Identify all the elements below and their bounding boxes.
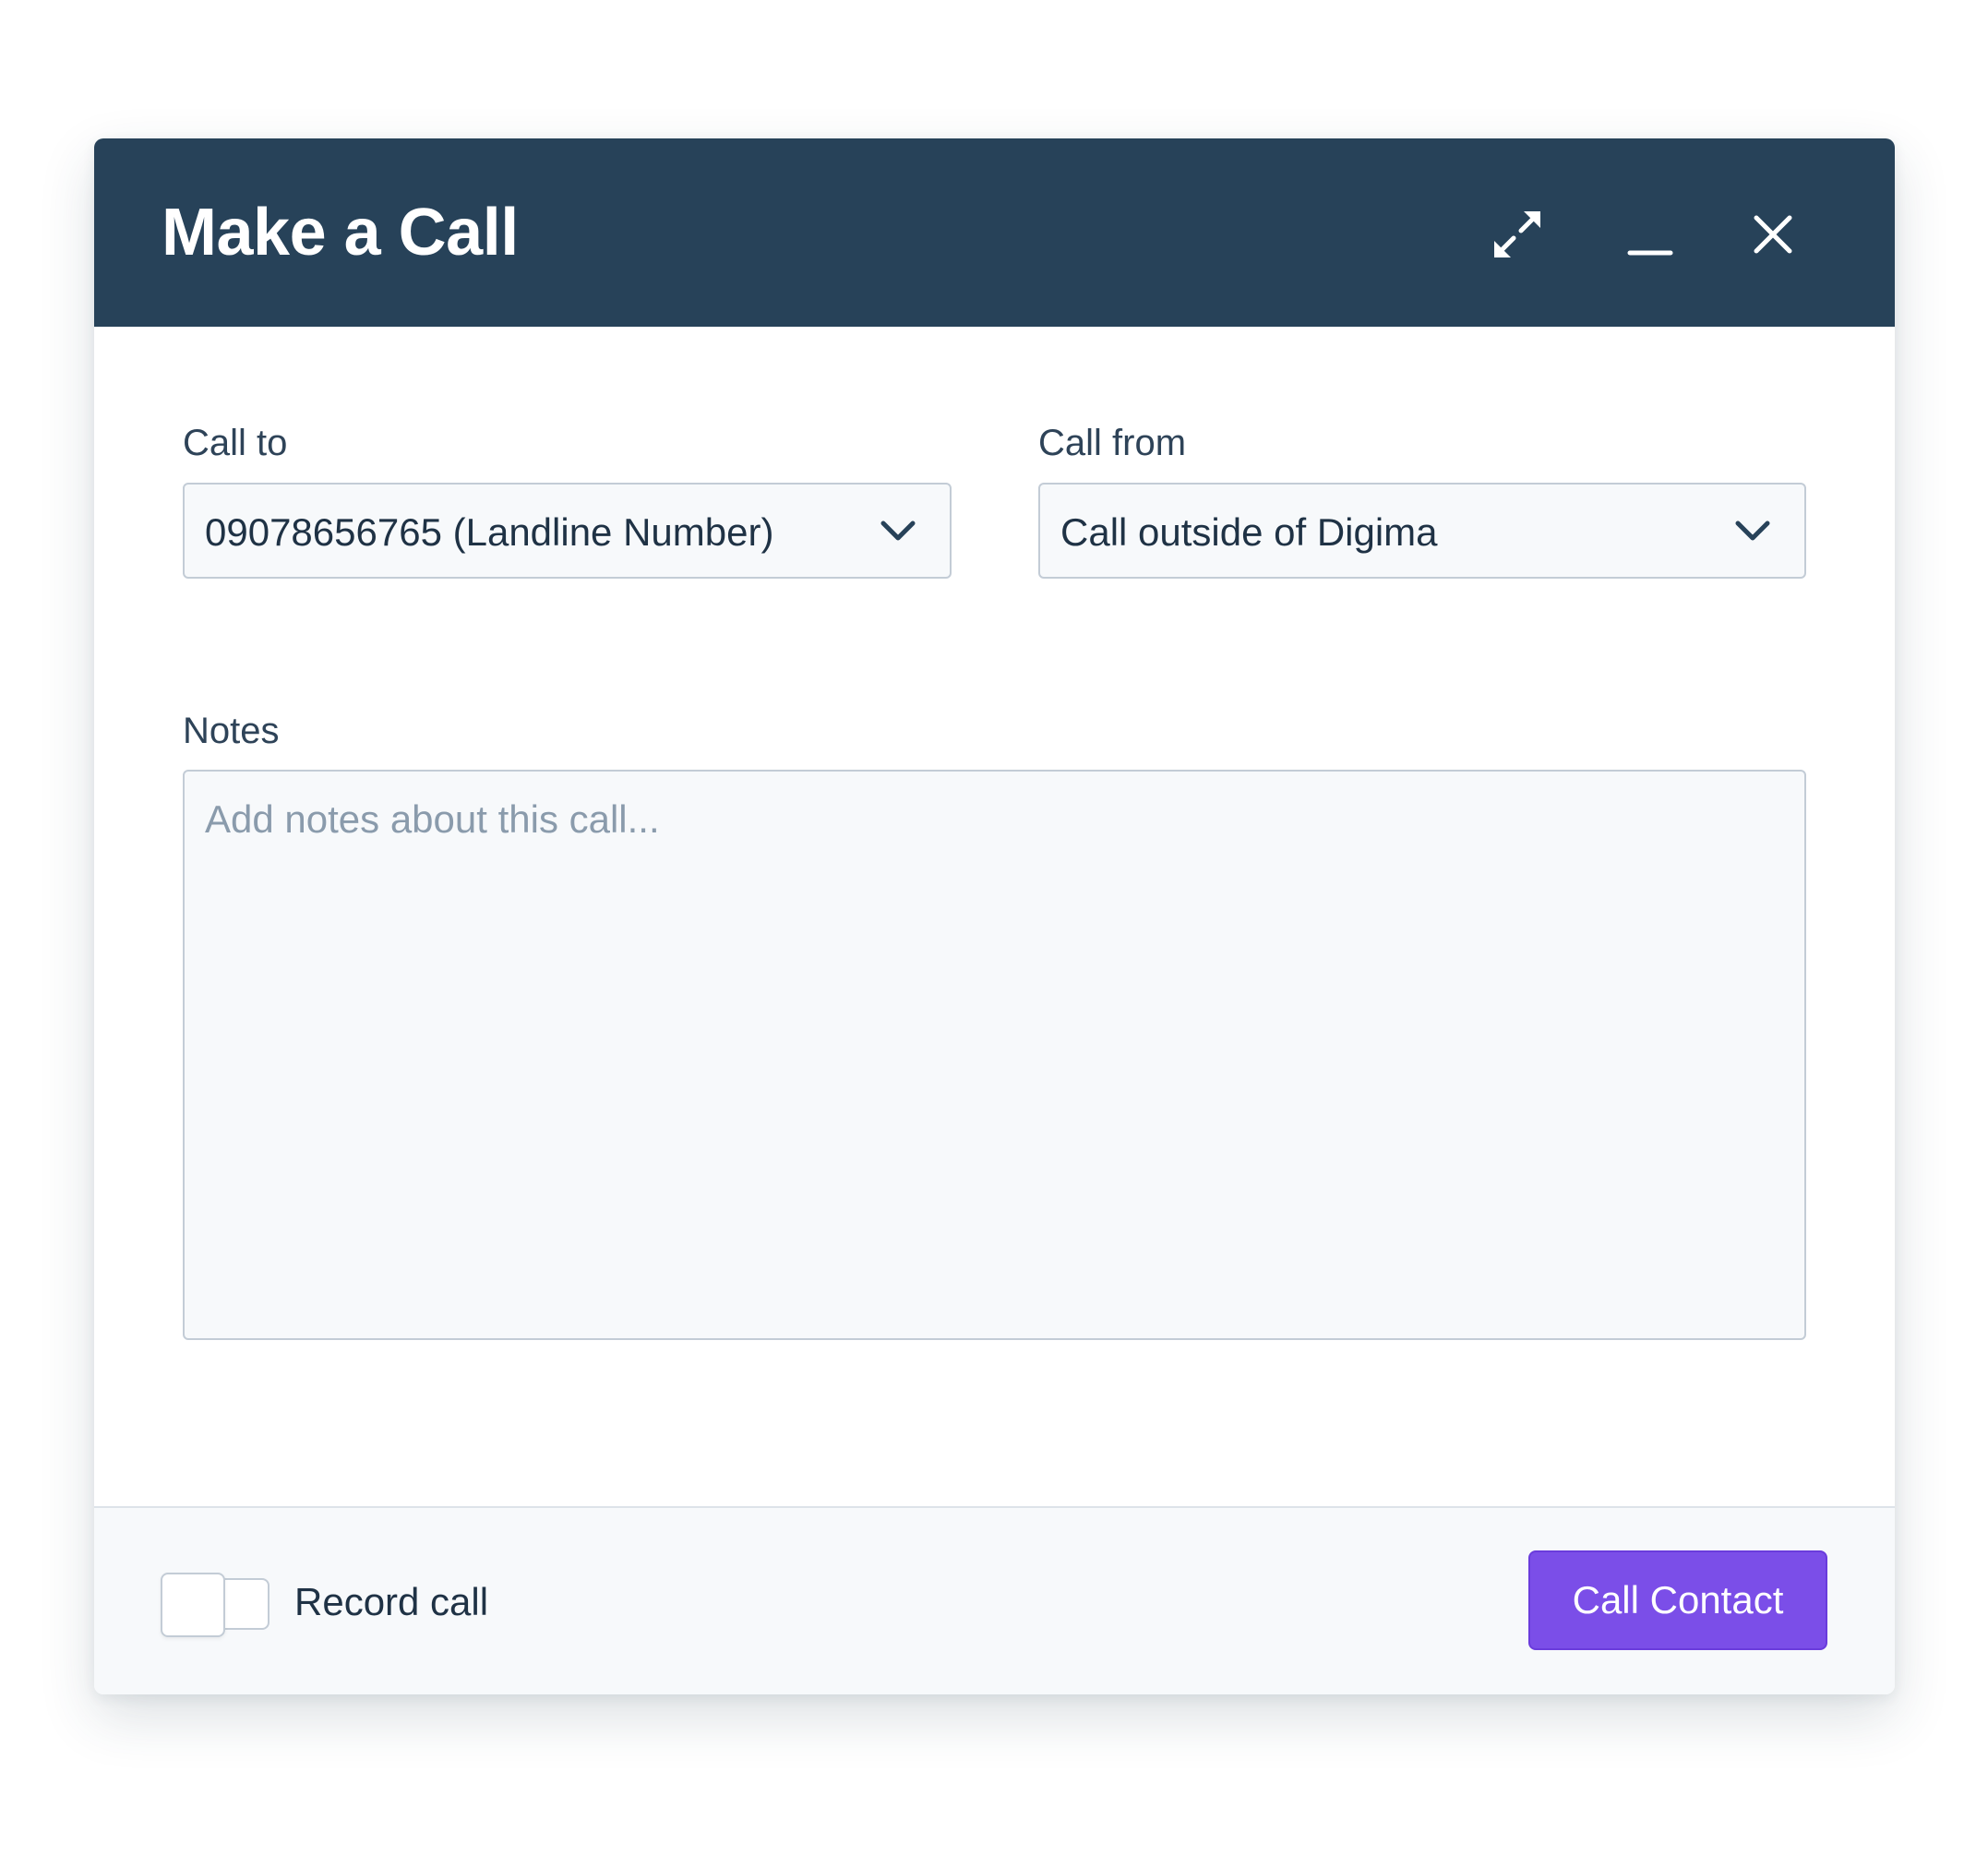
call-to-value: 09078656765 (Landline Number) [205,510,774,554]
expand-icon [1494,211,1540,257]
call-from-label: Call from [1038,423,1187,463]
call-from-value: Call outside of Digima [1060,510,1438,554]
minimize-button[interactable] [1617,201,1683,268]
close-icon [1754,215,1792,254]
call-to-select[interactable]: 09078656765 (Landline Number) [183,483,952,579]
expand-button[interactable] [1484,201,1551,268]
chevron-down-icon [880,521,916,541]
chevron-down-icon [1735,521,1770,541]
notes-label: Notes [183,711,280,751]
close-button[interactable] [1740,201,1806,268]
record-call-label: Record call [294,1580,489,1623]
notes-placeholder: Add notes about this call... [205,797,660,841]
call-from-select[interactable]: Call outside of Digima [1038,483,1806,579]
dialog-footer: Record call Call Contact [94,1506,1895,1694]
call-contact-button[interactable]: Call Contact [1528,1550,1827,1650]
dialog-header: Make a Call [94,138,1895,327]
make-call-dialog: Make a Call Call to 09078656765 (Landlin… [94,138,1895,1694]
notes-textarea[interactable]: Add notes about this call... [183,770,1806,1340]
call-to-label: Call to [183,423,288,463]
minimize-icon [1627,250,1673,256]
toggle-knob [161,1573,225,1637]
record-call-toggle[interactable] [161,1573,269,1637]
dialog-title: Make a Call [162,196,519,269]
